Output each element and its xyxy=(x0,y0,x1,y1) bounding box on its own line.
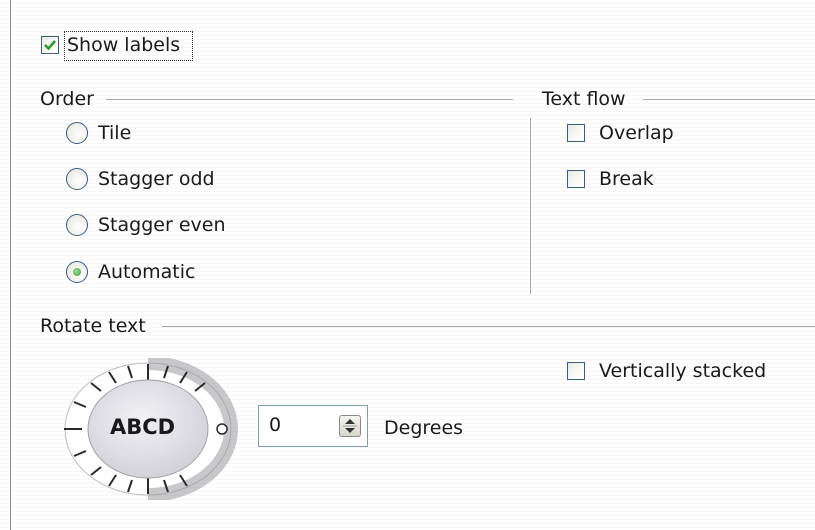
spin-up-down-icon xyxy=(343,419,357,433)
text-flow-divider xyxy=(530,118,531,294)
panel-left-border xyxy=(10,0,11,530)
vertically-stacked-label[interactable]: Vertically stacked xyxy=(599,359,766,383)
tile-radio-label[interactable]: Tile xyxy=(98,121,131,145)
stagger-even-radio-label[interactable]: Stagger even xyxy=(98,213,225,237)
text-flow-group-title: Text flow xyxy=(542,88,626,110)
degrees-spinbox[interactable]: 0 xyxy=(258,405,368,447)
rotation-dial[interactable]: ABCD xyxy=(60,356,240,502)
stagger-odd-radio-label[interactable]: Stagger odd xyxy=(98,167,215,191)
show-labels-label[interactable]: Show labels xyxy=(67,33,180,57)
tile-radio[interactable] xyxy=(66,122,88,144)
automatic-radio-label[interactable]: Automatic xyxy=(98,260,195,284)
overlap-checkbox[interactable] xyxy=(567,124,585,142)
degrees-label: Degrees xyxy=(384,417,464,439)
degrees-value[interactable]: 0 xyxy=(269,414,281,436)
stagger-even-radio[interactable] xyxy=(66,214,88,236)
vertically-stacked-checkbox[interactable] xyxy=(567,362,585,380)
break-checkbox[interactable] xyxy=(567,170,585,188)
rotate-text-group-title: Rotate text xyxy=(40,315,146,337)
order-group-title: Order xyxy=(40,88,94,110)
degrees-spin-buttons[interactable] xyxy=(339,415,361,437)
checkmark-icon xyxy=(44,40,56,51)
text-flow-group-line xyxy=(643,99,815,100)
rotate-text-group-line xyxy=(162,326,815,327)
show-labels-checkbox[interactable] xyxy=(41,36,59,54)
break-checkbox-label[interactable]: Break xyxy=(599,167,654,191)
automatic-radio[interactable] xyxy=(66,261,88,283)
order-group-line xyxy=(106,99,513,100)
rotation-dial-label: ABCD xyxy=(110,415,176,439)
radio-selected-dot xyxy=(73,268,81,276)
stagger-odd-radio[interactable] xyxy=(66,168,88,190)
overlap-checkbox-label[interactable]: Overlap xyxy=(599,121,674,145)
